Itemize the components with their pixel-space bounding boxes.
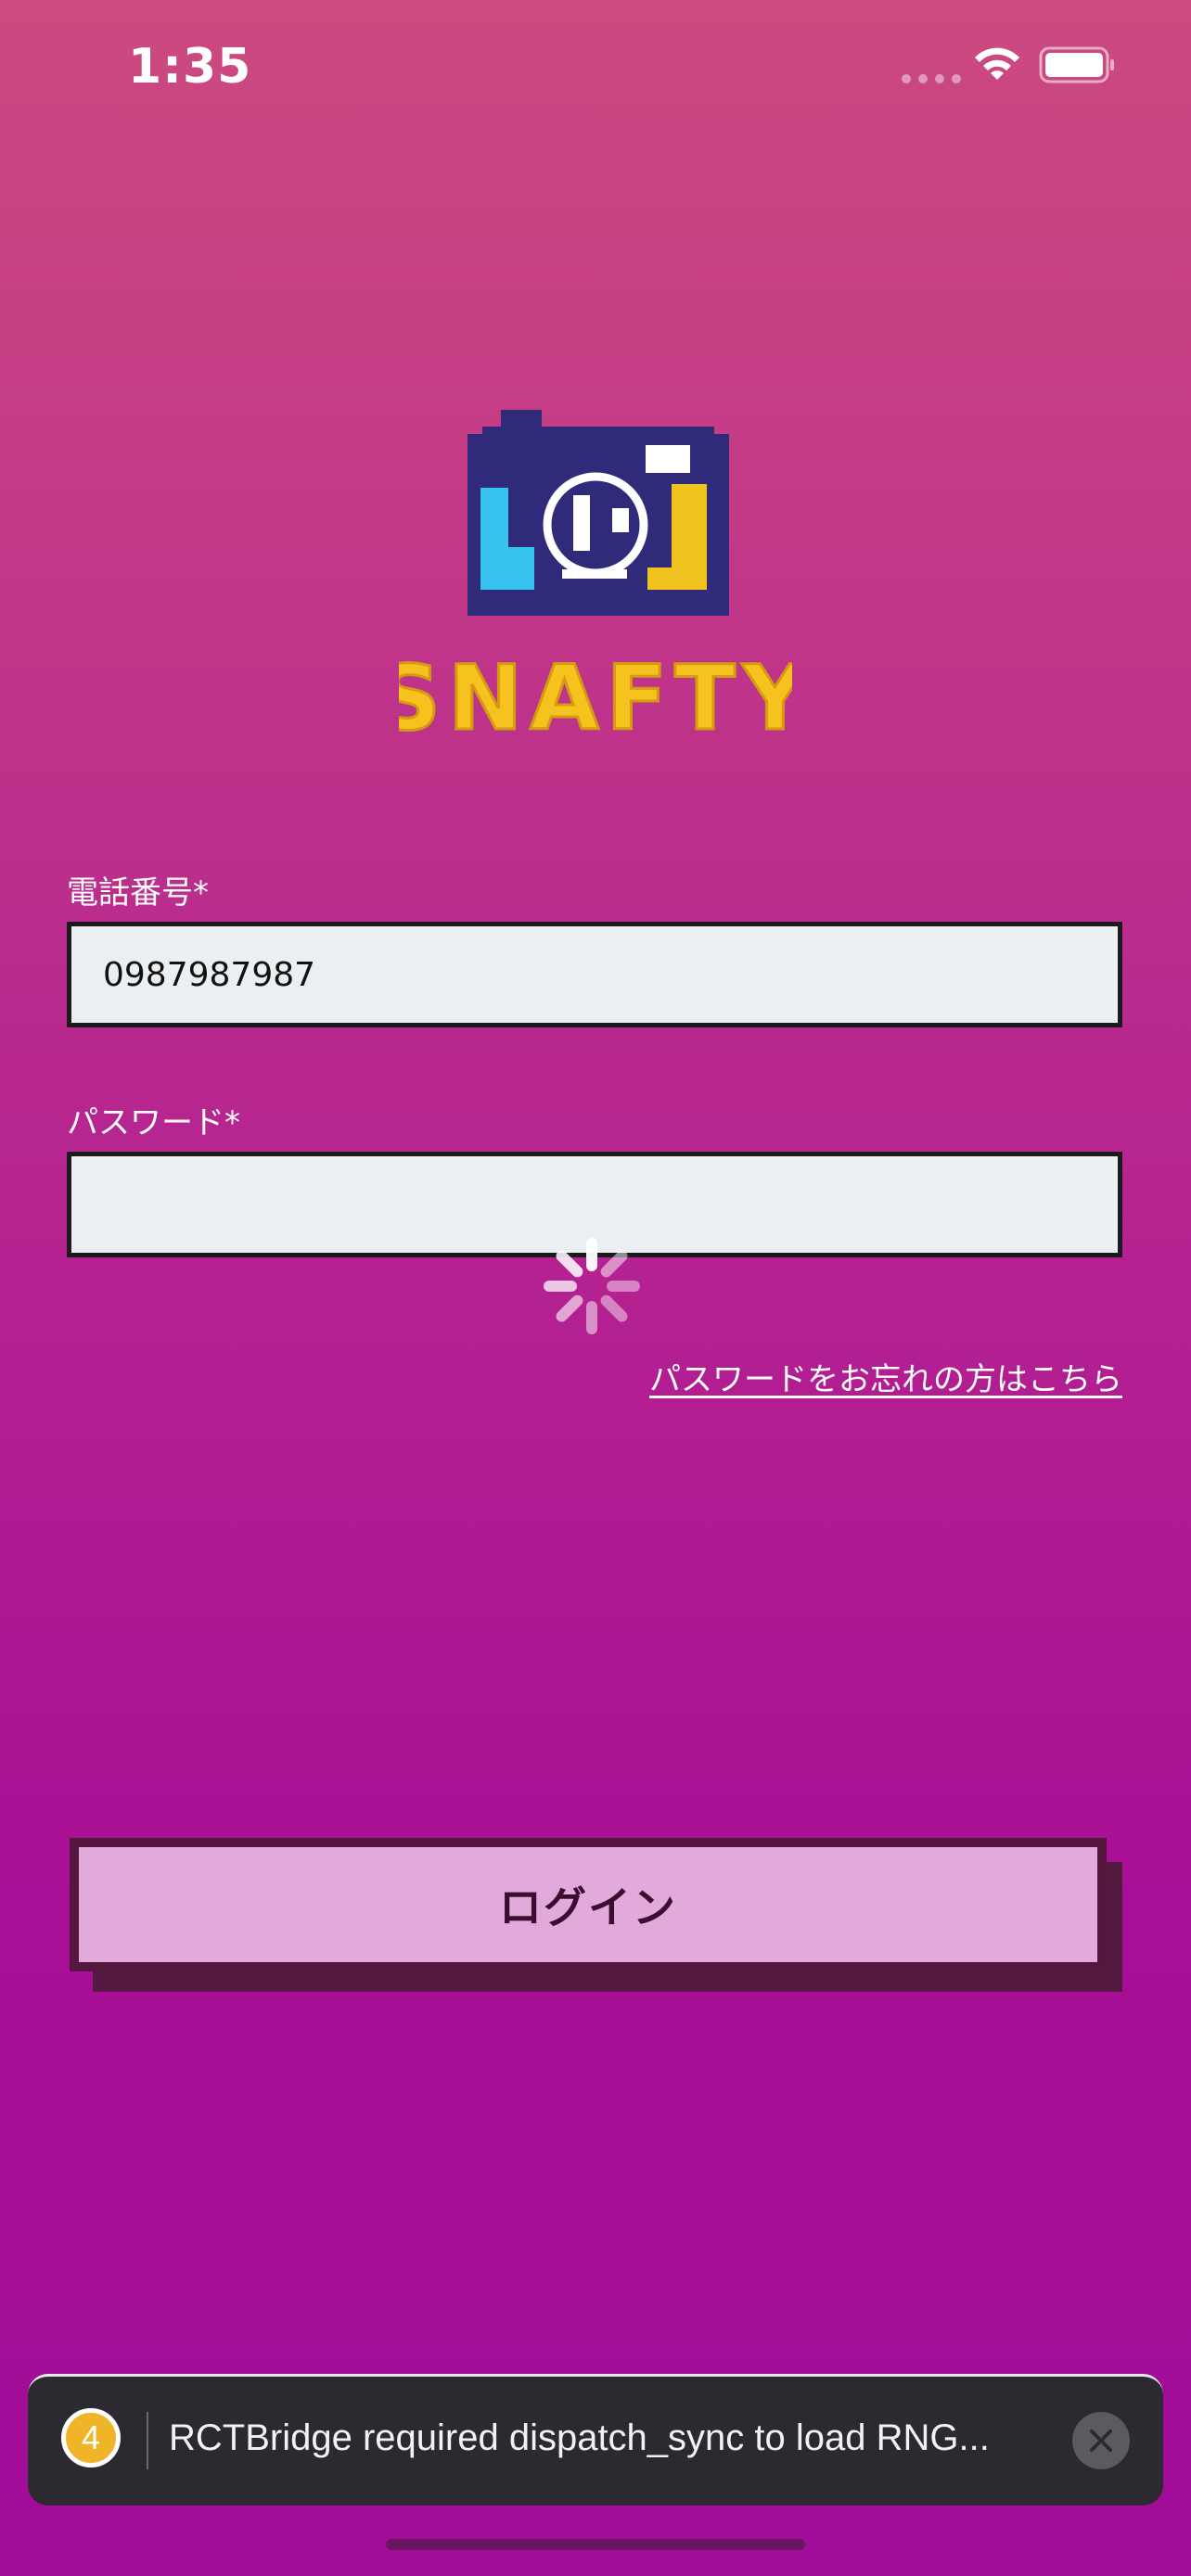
password-label: パスワード* (67, 1104, 240, 1141)
forgot-password-link[interactable]: パスワードをお忘れの方はこちら (649, 1354, 1122, 1399)
close-x-glyph (1090, 2429, 1112, 2452)
warning-count: 4 (81, 2418, 101, 2456)
login-button[interactable]: ログイン (70, 1838, 1107, 1971)
dev-warning-toast[interactable]: 4 RCTBridge required dispatch_sync to lo… (28, 2374, 1163, 2506)
home-indicator[interactable] (386, 2539, 805, 2550)
phone-label: 電話番号* (67, 874, 209, 912)
logo-text: SNAFTY (399, 646, 792, 742)
toast-divider (147, 2412, 148, 2469)
toast-message: RCTBridge required dispatch_sync to load… (169, 2417, 990, 2458)
warning-count-badge: 4 (61, 2408, 121, 2468)
phone-input[interactable]: 0987987987 (67, 922, 1122, 1027)
phone-value: 0987987987 (103, 955, 316, 994)
battery-icon (1039, 46, 1114, 83)
wifi-icon (975, 47, 1019, 80)
signal-dots-icon (902, 74, 961, 83)
close-icon[interactable] (1072, 2412, 1130, 2469)
status-time: 1:35 (128, 39, 252, 95)
loading-spinner-icon (544, 1238, 640, 1334)
login-button-label: ログイン (499, 1882, 677, 1932)
snafty-logo: SNAFTY (399, 410, 792, 742)
